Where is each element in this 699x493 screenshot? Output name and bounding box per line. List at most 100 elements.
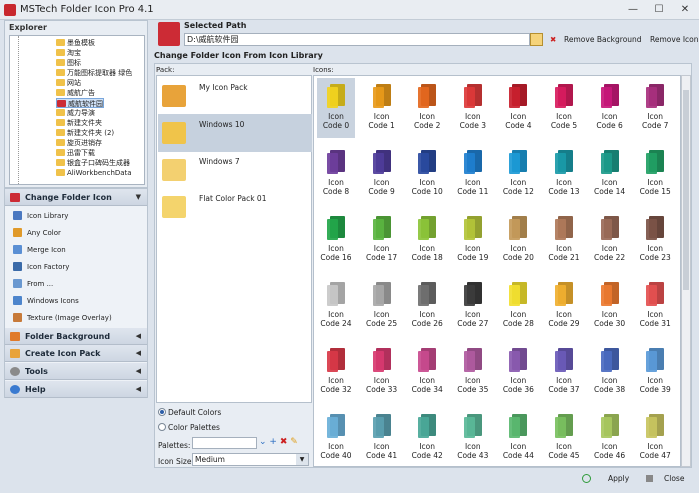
pack-item[interactable]: My Icon Pack bbox=[158, 77, 312, 115]
icon-cell[interactable]: Icon Code 8 bbox=[317, 144, 355, 204]
nav-tools[interactable]: Tools ◀ bbox=[5, 363, 147, 380]
icon-cell[interactable]: Icon Code 36 bbox=[499, 342, 537, 402]
nav-item[interactable]: Icon Factory bbox=[11, 259, 145, 275]
icon-cell[interactable]: Icon Code 42 bbox=[408, 408, 446, 466]
icon-cell[interactable]: Icon Code 1 bbox=[363, 78, 401, 138]
nav-item[interactable]: Texture (Image Overlay) bbox=[11, 310, 145, 326]
tree-item[interactable]: 墨鱼模板 bbox=[56, 38, 95, 48]
icons-grid[interactable]: Icon Code 0 Icon Code 1 Icon Code 2 Icon Code 3… bbox=[313, 75, 681, 467]
icon-cell[interactable]: Icon Code 19 bbox=[454, 210, 492, 270]
pack-item[interactable]: Flat Color Pack 01 bbox=[158, 188, 312, 226]
icon-cell[interactable]: Icon Code 15 bbox=[636, 144, 674, 204]
close-button[interactable]: Close bbox=[640, 471, 692, 486]
nav-create-icon-pack[interactable]: Create Icon Pack ◀ bbox=[5, 345, 147, 362]
icon-cell[interactable]: Icon Code 46 bbox=[591, 408, 629, 466]
icon-cell[interactable]: Icon Code 33 bbox=[363, 342, 401, 402]
close-window-button[interactable]: ✕ bbox=[672, 1, 698, 18]
maximize-button[interactable]: ☐ bbox=[646, 1, 672, 18]
scrollbar-thumb[interactable] bbox=[683, 90, 689, 290]
nav-folder-background[interactable]: Folder Background ◀ bbox=[5, 328, 147, 345]
icon-cell[interactable]: Icon Code 38 bbox=[591, 342, 629, 402]
tree-item[interactable]: 旋页进销存 bbox=[56, 138, 102, 148]
icon-cell[interactable]: Icon Code 25 bbox=[363, 276, 401, 336]
tree-item[interactable]: 图标 bbox=[56, 58, 81, 68]
icon-cell[interactable]: Icon Code 30 bbox=[591, 276, 629, 336]
icon-cell[interactable]: Icon Code 4 bbox=[499, 78, 537, 138]
icon-cell[interactable]: Icon Code 3 bbox=[454, 78, 492, 138]
icon-cell[interactable]: Icon Code 16 bbox=[317, 210, 355, 270]
pack-item[interactable]: Windows 7 bbox=[158, 151, 312, 189]
tree-item[interactable]: 淘宝 bbox=[56, 48, 81, 58]
color-palettes-radio[interactable]: Color Palettes bbox=[158, 423, 220, 432]
edit-icon[interactable]: ✎ bbox=[290, 437, 298, 447]
icon-cell[interactable]: Icon Code 7 bbox=[636, 78, 674, 138]
icon-cell[interactable]: Icon Code 0 bbox=[317, 78, 355, 138]
icon-cell[interactable]: Icon Code 10 bbox=[408, 144, 446, 204]
folder-tree[interactable]: 墨鱼模板 淘宝 图标 万能图标提取器 绿色 网站 威航广告 威航软件园 威力导演 新建文件夹 新建… bbox=[9, 35, 145, 185]
icon-cell[interactable]: Icon Code 27 bbox=[454, 276, 492, 336]
nav-item[interactable]: Merge Icon bbox=[11, 242, 145, 258]
icon-cell[interactable]: Icon Code 40 bbox=[317, 408, 355, 466]
icon-cell[interactable]: Icon Code 12 bbox=[499, 144, 537, 204]
icon-cell[interactable]: Icon Code 24 bbox=[317, 276, 355, 336]
delete-icon[interactable]: ✖ bbox=[280, 437, 288, 447]
tree-item[interactable]: 网站 bbox=[56, 78, 81, 88]
icon-cell[interactable]: Icon Code 13 bbox=[545, 144, 583, 204]
apply-button[interactable]: Apply bbox=[578, 471, 638, 486]
icon-cell[interactable]: Icon Code 17 bbox=[363, 210, 401, 270]
icon-cell[interactable]: Icon Code 37 bbox=[545, 342, 583, 402]
icon-cell[interactable]: Icon Code 9 bbox=[363, 144, 401, 204]
pack-item[interactable]: Windows 10 bbox=[158, 114, 312, 152]
tree-item[interactable]: 银盒子口碑码生成器 bbox=[56, 158, 130, 168]
icon-cell[interactable]: Icon Code 41 bbox=[363, 408, 401, 466]
icon-cell[interactable]: Icon Code 26 bbox=[408, 276, 446, 336]
icon-cell[interactable]: Icon Code 43 bbox=[454, 408, 492, 466]
icon-cell[interactable]: Icon Code 21 bbox=[545, 210, 583, 270]
icon-cell[interactable]: Icon Code 34 bbox=[408, 342, 446, 402]
icon-size-select[interactable]: Medium ▼ bbox=[192, 453, 309, 466]
tree-item[interactable]: 威航软件园 bbox=[56, 98, 104, 108]
icon-cell[interactable]: Icon Code 23 bbox=[636, 210, 674, 270]
tree-item[interactable]: 迅雷下载 bbox=[56, 148, 95, 158]
icon-cell[interactable]: Icon Code 45 bbox=[545, 408, 583, 466]
remove-background-button[interactable]: ✖ Remove Background bbox=[546, 33, 642, 47]
nav-item[interactable]: From ... bbox=[11, 276, 145, 292]
tree-item[interactable]: 万能图标提取器 绿色 bbox=[56, 68, 132, 78]
icon-cell[interactable]: Icon Code 18 bbox=[408, 210, 446, 270]
nav-item[interactable]: Any Color bbox=[11, 225, 145, 241]
default-colors-radio[interactable]: Default Colors bbox=[158, 408, 221, 417]
palettes-select[interactable] bbox=[192, 437, 257, 449]
tree-item[interactable]: 新建文件夹 bbox=[56, 118, 102, 128]
icon-cell[interactable]: Icon Code 31 bbox=[636, 276, 674, 336]
icon-cell[interactable]: Icon Code 47 bbox=[636, 408, 674, 466]
nav-change-folder-icon[interactable]: Change Folder Icon ▼ bbox=[5, 189, 147, 206]
icon-cell[interactable]: Icon Code 32 bbox=[317, 342, 355, 402]
icon-cell[interactable]: Icon Code 44 bbox=[499, 408, 537, 466]
remove-icon-button[interactable]: Remove Icon bbox=[646, 33, 698, 47]
icon-cell[interactable]: Icon Code 14 bbox=[591, 144, 629, 204]
nav-item[interactable]: Windows Icons bbox=[11, 293, 145, 309]
chevron-down-icon[interactable]: ⌄ bbox=[259, 437, 267, 447]
browse-folder-icon[interactable] bbox=[530, 33, 543, 46]
icon-cell[interactable]: Icon Code 11 bbox=[454, 144, 492, 204]
tree-item[interactable]: AliWorkbenchData bbox=[56, 168, 132, 178]
selected-path-input[interactable]: D:\威航软件园 bbox=[184, 33, 530, 46]
icon-cell[interactable]: Icon Code 20 bbox=[499, 210, 537, 270]
icon-cell[interactable]: Icon Code 28 bbox=[499, 276, 537, 336]
nav-help[interactable]: Help ◀ bbox=[5, 381, 147, 398]
icons-scrollbar[interactable] bbox=[681, 75, 691, 467]
add-icon[interactable]: + bbox=[269, 437, 277, 447]
tree-item[interactable]: 威力导演 bbox=[56, 108, 95, 118]
icon-cell[interactable]: Icon Code 2 bbox=[408, 78, 446, 138]
icon-cell[interactable]: Icon Code 6 bbox=[591, 78, 629, 138]
icon-cell[interactable]: Icon Code 5 bbox=[545, 78, 583, 138]
icon-cell[interactable]: Icon Code 39 bbox=[636, 342, 674, 402]
icon-cell[interactable]: Icon Code 22 bbox=[591, 210, 629, 270]
nav-item[interactable]: Icon Library bbox=[11, 208, 145, 224]
tree-item[interactable]: 威航广告 bbox=[56, 88, 95, 98]
icon-cell[interactable]: Icon Code 35 bbox=[454, 342, 492, 402]
minimize-button[interactable]: — bbox=[620, 1, 646, 18]
pack-list[interactable]: My Icon Pack Windows 10 Windows 7 Flat Colo… bbox=[156, 75, 312, 403]
icon-cell[interactable]: Icon Code 29 bbox=[545, 276, 583, 336]
tree-item[interactable]: 新建文件夹 (2) bbox=[56, 128, 114, 138]
